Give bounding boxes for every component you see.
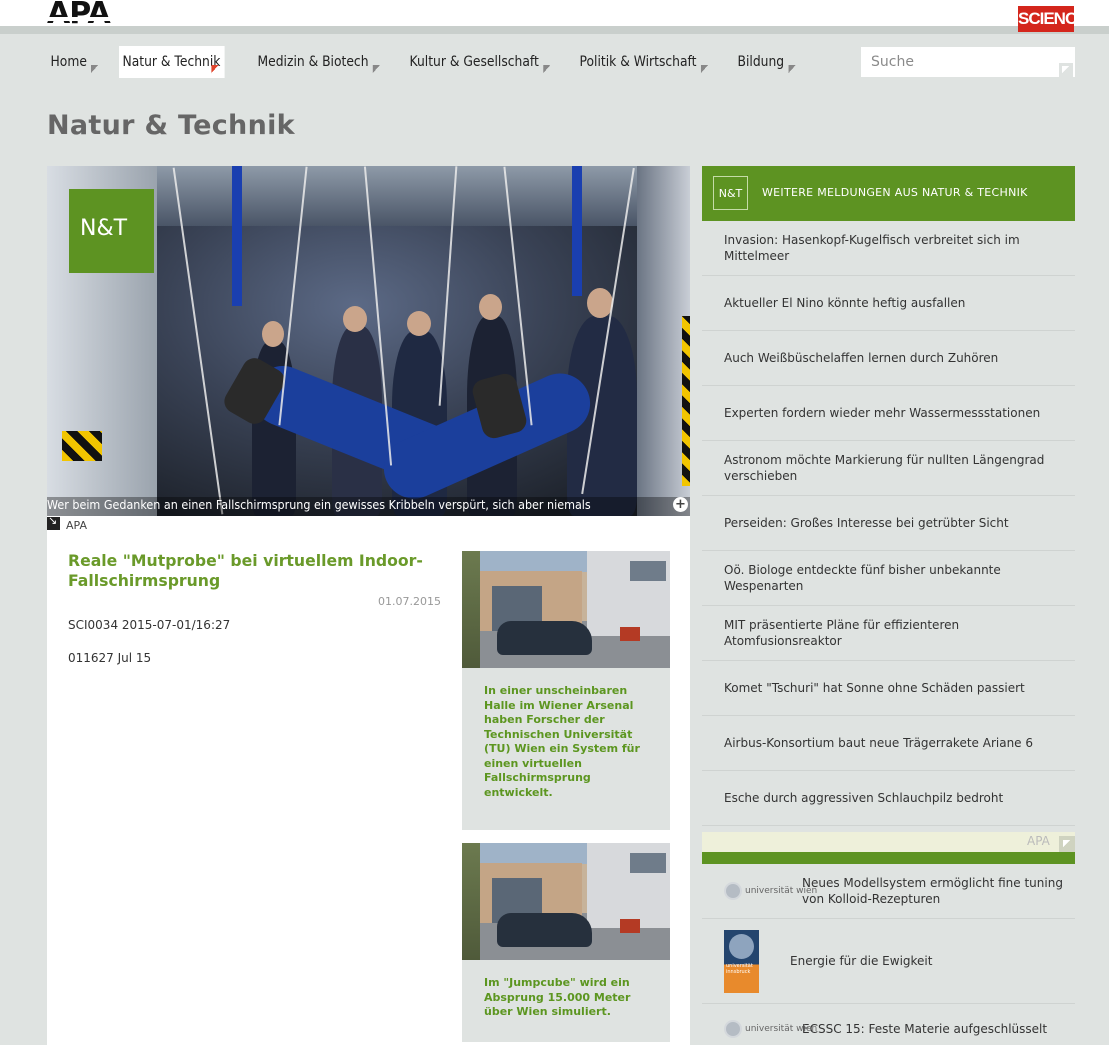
nav-item-bildung[interactable]: Bildung (734, 46, 802, 78)
nav-label: Kultur & Gesellschaft (409, 54, 539, 70)
news-item[interactable]: Oö. Biologe entdeckte fünf bisher unbeka… (702, 551, 1075, 606)
more-arrow-icon[interactable] (1059, 836, 1075, 852)
news-item[interactable]: Perseiden: Großes Interesse bei getrübte… (702, 496, 1075, 551)
section-divider (702, 852, 1075, 864)
search-input[interactable] (861, 47, 1075, 77)
nav-item-medizin-biotech[interactable]: Medizin & Biotech (254, 46, 386, 78)
page-title: Natur & Technik (47, 110, 295, 141)
sidebar-source-label: APA (1027, 834, 1050, 848)
gallery-caption-2: Im "Jumpcube" wird ein Absprung 15.000 M… (462, 960, 670, 1042)
category-tag: N&T (69, 189, 154, 273)
nav-label: Home (50, 54, 87, 70)
expand-icon[interactable]: + (673, 497, 688, 512)
gallery-photo-2[interactable] (462, 843, 670, 960)
news-item[interactable]: Komet "Tschuri" hat Sonne ohne Schäden p… (702, 661, 1075, 716)
arrow-icon (788, 65, 797, 74)
arrow-icon (91, 65, 100, 74)
arrow-icon (543, 65, 552, 74)
science-logo[interactable]: SCIENCE (1018, 6, 1088, 32)
partner-news-list: universität wien Neues Modellsystem ermö… (702, 864, 1075, 1045)
sidebar-title: WEITERE MELDUNGEN AUS NATUR & TECHNIK (762, 186, 1028, 199)
image-credit: APA (66, 519, 87, 532)
uni-wien-logo: universität wien (724, 1019, 817, 1038)
apa-logo[interactable]: APA (47, 0, 111, 29)
arrow-icon (211, 65, 220, 74)
sidebar-badge: N&T (713, 176, 748, 210)
news-item[interactable]: Experten fordern wieder mehr Wassermesss… (702, 386, 1075, 441)
news-item[interactable]: MIT präsentierte Pläne für effizienteren… (702, 606, 1075, 661)
news-list: Invasion: Hasenkopf-Kugelfisch verbreite… (702, 221, 1075, 826)
arrow-icon (700, 65, 709, 74)
partner-item-text: Neues Modellsystem ermöglicht fine tunin… (802, 876, 1063, 906)
partner-item[interactable]: universität innsbruck Energie für die Ew… (702, 919, 1075, 1004)
header-divider (0, 26, 1109, 34)
nav-item-kultur-gesellschaft[interactable]: Kultur & Gesellschaft (406, 46, 556, 78)
nav-item-home[interactable]: Home (47, 46, 105, 78)
news-item[interactable]: Airbus-Konsortium baut neue Trägerrakete… (702, 716, 1075, 771)
uni-innsbruck-logo: universität innsbruck (724, 929, 759, 993)
nav-label: Bildung (737, 54, 785, 70)
nav-label: Politik & Wirtschaft (579, 54, 697, 70)
credit-arrow-icon (47, 514, 60, 530)
article-date: 01.07.2015 (378, 595, 441, 608)
search-submit-icon[interactable] (1059, 63, 1073, 77)
news-item[interactable]: Esche durch aggressiven Schlauchpilz bed… (702, 771, 1075, 826)
gallery-photo-1[interactable] (462, 551, 670, 668)
nav-label: Natur & Technik (122, 54, 221, 70)
news-item[interactable]: Invasion: Hasenkopf-Kugelfisch verbreite… (702, 221, 1075, 276)
nav-item-natur-technik[interactable]: Natur & Technik (119, 46, 225, 78)
news-item[interactable]: Auch Weißbüschelaffen lernen durch Zuhör… (702, 331, 1075, 386)
nav-label: Medizin & Biotech (257, 54, 369, 70)
gallery-caption-1: In einer unscheinbaren Halle im Wiener A… (462, 668, 670, 830)
news-item[interactable]: Astronom möchte Markierung für nullten L… (702, 441, 1075, 496)
article-meta-time: 011627 Jul 15 (68, 651, 152, 665)
partner-item[interactable]: universität wien Neues Modellsystem ermö… (702, 864, 1075, 919)
partner-item-text: ECSSC 15: Feste Materie aufgeschlüsselt (802, 1021, 1048, 1036)
arrow-icon (372, 65, 381, 74)
hero-caption: Wer beim Gedanken an einen Fallschirmspr… (47, 498, 591, 512)
partner-item-text: Energie für die Ewigkeit (790, 954, 933, 968)
article-meta-id: SCI0034 2015-07-01/16:27 (68, 618, 231, 632)
news-item[interactable]: Aktueller El Nino könnte heftig ausfalle… (702, 276, 1075, 331)
header-bar (0, 0, 1109, 26)
article-headline: Reale "Mutprobe" bei virtuellem Indoor-F… (68, 551, 423, 590)
partner-item[interactable]: universität wien ECSSC 15: Feste Materie… (702, 1004, 1075, 1045)
nav-item-politik-wirtschaft[interactable]: Politik & Wirtschaft (576, 46, 714, 78)
sidebar-source-bar (702, 832, 1075, 852)
uni-wien-logo: universität wien (724, 882, 817, 900)
